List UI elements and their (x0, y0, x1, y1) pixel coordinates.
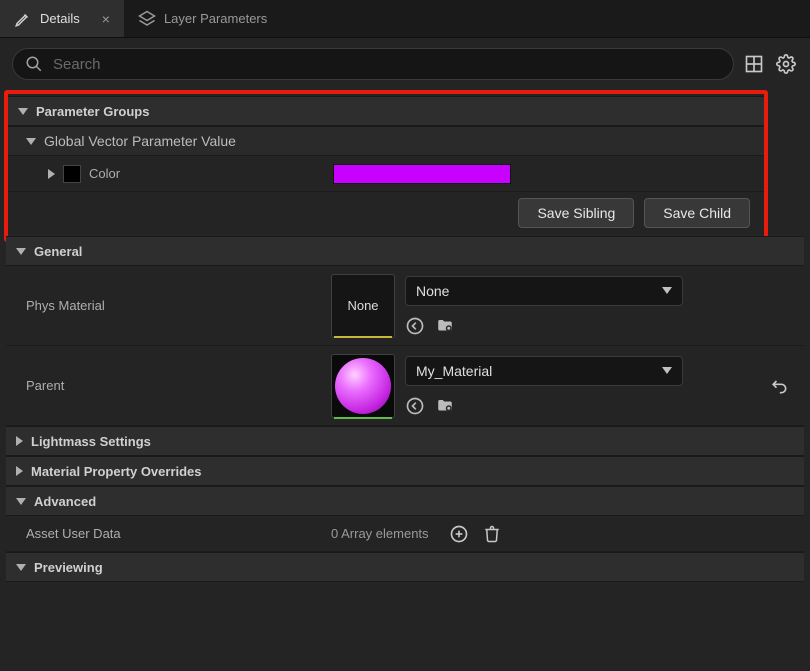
chevron-right-icon[interactable] (48, 169, 55, 179)
color-checkbox[interactable] (63, 165, 81, 183)
chevron-down-icon (662, 367, 672, 374)
browse-icon[interactable] (435, 317, 455, 335)
reset-icon[interactable] (769, 376, 789, 396)
section-global-vector-label: Global Vector Parameter Value (44, 133, 236, 149)
chevron-right-icon (16, 436, 23, 446)
tab-layer-parameters-label: Layer Parameters (164, 11, 267, 26)
asset-user-data-value: 0 Array elements (331, 526, 429, 541)
parent-value: My_Material (416, 363, 492, 379)
phys-material-thumb-text: None (347, 298, 378, 313)
asset-user-data-label: Asset User Data (26, 526, 121, 541)
parent-label: Parent (26, 378, 64, 393)
details-panel: Details × Layer Parameters (0, 0, 810, 671)
section-general-label: General (34, 244, 82, 259)
section-material-overrides[interactable]: Material Property Overrides (6, 456, 804, 486)
phys-material-thumbnail[interactable]: None (331, 274, 395, 338)
gear-icon[interactable] (774, 52, 798, 76)
phys-material-value: None (416, 283, 449, 299)
section-lightmass[interactable]: Lightmass Settings (6, 426, 804, 456)
chevron-down-icon (26, 138, 36, 145)
material-sphere-icon (335, 358, 391, 414)
section-previewing-label: Previewing (34, 560, 103, 575)
add-icon[interactable] (449, 524, 469, 544)
use-selected-icon[interactable] (405, 396, 425, 416)
section-general[interactable]: General (6, 236, 804, 266)
grid-view-icon[interactable] (742, 52, 766, 76)
section-advanced-label: Advanced (34, 494, 96, 509)
param-color-label: Color (89, 166, 120, 181)
tab-details-label: Details (40, 11, 80, 26)
highlight-region: Parameter Groups Global Vector Parameter… (4, 90, 768, 242)
section-material-overrides-label: Material Property Overrides (31, 464, 202, 479)
search-icon (25, 55, 43, 73)
layers-icon (138, 10, 156, 28)
chevron-down-icon (662, 287, 672, 294)
chevron-down-icon (16, 498, 26, 505)
tab-bar: Details × Layer Parameters (0, 0, 810, 38)
parent-dropdown[interactable]: My_Material (405, 356, 683, 386)
save-sibling-button[interactable]: Save Sibling (518, 198, 634, 228)
phys-material-label: Phys Material (26, 298, 105, 313)
section-previewing[interactable]: Previewing (6, 552, 804, 582)
trash-icon[interactable] (483, 524, 501, 544)
close-icon[interactable]: × (102, 11, 110, 27)
section-parameter-groups[interactable]: Parameter Groups (8, 96, 764, 126)
tab-layer-parameters[interactable]: Layer Parameters (124, 0, 281, 37)
save-child-button[interactable]: Save Child (644, 198, 750, 228)
parent-thumbnail[interactable] (331, 354, 395, 418)
color-swatch[interactable] (333, 164, 511, 184)
search-input[interactable] (53, 56, 721, 73)
chevron-down-icon (16, 248, 26, 255)
brush-icon (14, 10, 32, 28)
section-parameter-groups-label: Parameter Groups (36, 104, 149, 119)
chevron-right-icon (16, 466, 23, 476)
phys-material-dropdown[interactable]: None (405, 276, 683, 306)
section-global-vector[interactable]: Global Vector Parameter Value (8, 126, 764, 156)
section-lightmass-label: Lightmass Settings (31, 434, 151, 449)
chevron-down-icon (16, 564, 26, 571)
browse-icon[interactable] (435, 397, 455, 415)
chevron-down-icon (18, 108, 28, 115)
section-advanced[interactable]: Advanced (6, 486, 804, 516)
use-selected-icon[interactable] (405, 316, 425, 336)
search-box[interactable] (12, 48, 734, 80)
tab-details[interactable]: Details × (0, 0, 124, 37)
